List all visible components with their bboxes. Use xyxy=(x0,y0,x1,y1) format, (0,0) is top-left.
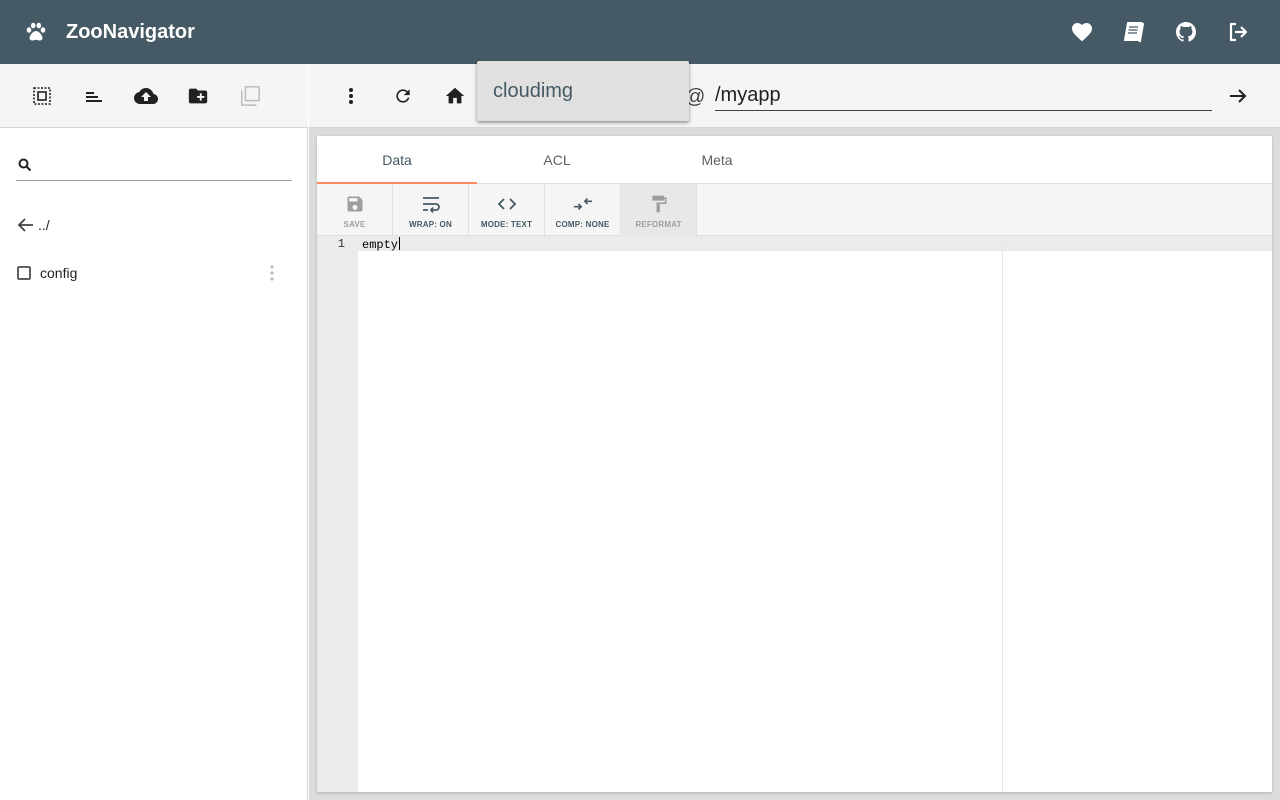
code-editor[interactable]: 1 empty xyxy=(317,236,1272,792)
tab-data[interactable]: Data xyxy=(317,136,477,184)
search-field xyxy=(16,152,292,181)
print-margin xyxy=(1002,236,1003,792)
refresh-icon[interactable] xyxy=(391,84,415,108)
select-all-icon[interactable] xyxy=(30,84,54,108)
wrap-text-icon xyxy=(421,194,441,214)
code-text: empty xyxy=(362,238,399,252)
app-header: ZooNavigator xyxy=(0,0,1280,64)
code-icon xyxy=(497,194,517,214)
reformat-button[interactable]: REFORMAT xyxy=(621,184,697,236)
tree-toolbar xyxy=(0,64,308,128)
mode-label: MODE: TEXT xyxy=(480,220,533,229)
text-cursor xyxy=(399,237,401,250)
upload-icon[interactable] xyxy=(134,84,158,108)
node-label[interactable]: config xyxy=(40,265,77,281)
more-vert-icon[interactable] xyxy=(339,84,363,108)
parent-directory-link[interactable]: ../ xyxy=(16,214,50,236)
tab-acl[interactable]: ACL xyxy=(477,136,637,184)
editor-gutter: 1 xyxy=(317,236,358,792)
github-icon[interactable] xyxy=(1174,20,1198,44)
arrow-forward-icon[interactable] xyxy=(1226,84,1250,108)
search-icon xyxy=(18,158,32,172)
mode-button[interactable]: MODE: TEXT xyxy=(469,184,545,236)
format-paint-icon xyxy=(649,194,669,214)
search-input[interactable] xyxy=(42,154,288,178)
path-toolbar: @ xyxy=(309,64,1280,128)
compress-icon xyxy=(573,194,593,214)
duplicate-icon[interactable] xyxy=(238,84,262,108)
save-icon xyxy=(345,194,365,214)
save-button[interactable]: SAVE xyxy=(317,184,393,236)
active-line-highlight xyxy=(358,236,1272,251)
new-folder-icon[interactable] xyxy=(186,84,210,108)
wrap-label: WRAP: ON xyxy=(409,220,452,229)
tab-meta[interactable]: Meta xyxy=(637,136,797,184)
editor-toolbar: SAVE WRAP: ON MODE: TEXT COMP: NONE REFO… xyxy=(317,184,1272,236)
tree-node-row[interactable]: config xyxy=(16,262,292,284)
node-card: Data ACL Meta SAVE WRAP: ON MODE: TEXT C… xyxy=(317,136,1272,792)
compression-button[interactable]: COMP: NONE xyxy=(545,184,621,236)
node-checkbox[interactable] xyxy=(17,266,31,280)
parent-directory-label: ../ xyxy=(38,217,50,233)
wrap-toggle-button[interactable]: WRAP: ON xyxy=(393,184,469,236)
sort-icon[interactable] xyxy=(82,84,106,108)
arrow-back-icon xyxy=(16,215,36,235)
home-icon[interactable] xyxy=(443,84,467,108)
connection-option[interactable]: cloudimg xyxy=(493,80,573,103)
tab-bar: Data ACL Meta xyxy=(317,136,1272,184)
comp-label: COMP: NONE xyxy=(555,220,610,229)
heart-icon[interactable] xyxy=(1070,20,1094,44)
paw-icon xyxy=(24,20,48,44)
path-input[interactable] xyxy=(715,78,1212,111)
reformat-label: REFORMAT xyxy=(635,220,682,229)
save-label: SAVE xyxy=(343,220,366,229)
logout-icon[interactable] xyxy=(1226,20,1250,44)
line-number: 1 xyxy=(337,237,345,251)
book-icon[interactable] xyxy=(1122,20,1146,44)
more-vert-icon[interactable] xyxy=(264,262,280,284)
code-line[interactable]: empty xyxy=(362,237,401,252)
tree-panel: ../ config xyxy=(0,64,308,800)
app-title: ZooNavigator xyxy=(66,21,195,43)
connection-dropdown: cloudimg xyxy=(477,61,689,121)
